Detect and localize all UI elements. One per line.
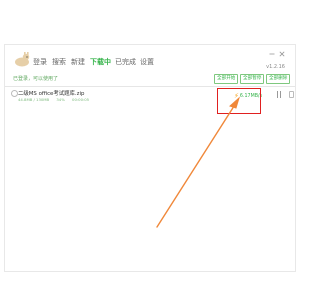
pause-icon[interactable] [276,91,282,99]
nav-login[interactable]: 登录 [33,57,47,67]
task-size: 44.8MB / 130MB [18,97,50,102]
alpaca-logo-icon [15,52,30,67]
task-meta: 44.8MB / 130MB 34% 00:00:05 [18,97,95,103]
version-label: v1.2.16 [266,64,285,70]
toolbar-divider [5,86,295,87]
toolbar: 已登录，可以使用了 全部开始 全部暂停 全部删除 [5,73,295,87]
nav-completed[interactable]: 已完成 [115,57,136,67]
nav-search[interactable]: 搜索 [52,57,66,67]
task-time: 00:00:05 [72,97,90,102]
speed-highlight-box [217,88,261,114]
task-filename: 二级MS office考试题库.zip [18,91,85,97]
task-percent: 34% [56,97,65,102]
nav-new[interactable]: 新建 [71,57,85,67]
nav-downloading[interactable]: 下载中 [90,57,111,67]
pause-all-button[interactable]: 全部暂停 [240,74,265,84]
welcome-text: 已登录，可以使用了 [13,76,59,82]
start-all-button[interactable]: 全部开始 [214,74,239,84]
task-checkbox[interactable] [11,90,18,97]
trash-icon[interactable] [289,91,294,98]
delete-all-button[interactable]: 全部删除 [266,74,291,84]
close-icon[interactable] [279,51,285,57]
app-window: 登录 搜索 新建 下载中 已完成 设置 v1.2.16 已登录，可以使用了 全部… [4,44,296,272]
minimize-icon[interactable] [269,51,275,57]
nav-settings[interactable]: 设置 [140,57,154,67]
